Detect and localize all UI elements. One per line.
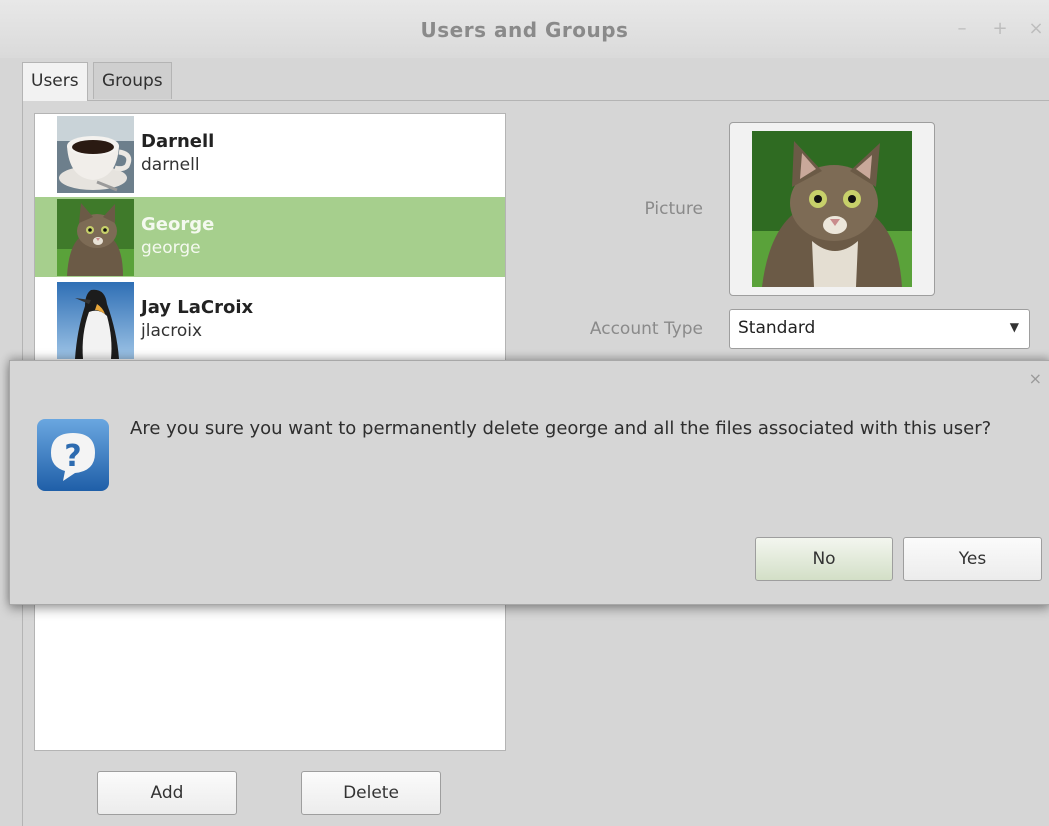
chevron-down-icon: ▼ — [1009, 320, 1019, 334]
svg-text:?: ? — [64, 439, 81, 474]
question-icon: ? — [37, 419, 109, 491]
user-row-jay-lacroix[interactable]: Jay LaCroix jlacroix — [35, 280, 505, 360]
user-full-name: George — [141, 214, 215, 235]
no-button[interactable]: No — [755, 537, 893, 581]
delete-user-button[interactable]: Delete — [301, 771, 441, 815]
maximize-button[interactable]: + — [991, 18, 1009, 39]
account-type-value: Standard — [738, 318, 816, 338]
coffee-cup-avatar — [57, 116, 134, 193]
yes-button[interactable]: Yes — [903, 537, 1042, 581]
account-type-label: Account Type — [589, 319, 703, 339]
dialog-message: Are you sure you want to permanently del… — [130, 418, 992, 439]
title-bar[interactable]: Users and Groups – + × — [0, 0, 1049, 58]
user-row-george[interactable]: George george — [35, 197, 505, 277]
minimize-button[interactable]: – — [953, 18, 971, 39]
confirm-delete-dialog: × ? Are you sure you want to permanently… — [9, 360, 1049, 605]
dialog-close-button[interactable]: × — [1029, 369, 1042, 388]
tab-groups[interactable]: Groups — [93, 62, 172, 99]
picture-label: Picture — [644, 199, 703, 219]
user-row-darnell[interactable]: Darnell darnell — [35, 114, 505, 194]
picture-button[interactable] — [729, 122, 935, 296]
kitten-picture — [752, 131, 912, 287]
user-login: george — [141, 238, 201, 258]
user-full-name: Jay LaCroix — [141, 297, 254, 318]
user-full-name: Darnell — [141, 131, 215, 152]
window-title: Users and Groups — [420, 18, 629, 42]
kitten-avatar — [57, 199, 134, 276]
penguin-avatar — [57, 282, 134, 359]
close-button[interactable]: × — [1027, 18, 1045, 39]
user-login: jlacroix — [141, 321, 203, 341]
user-login: darnell — [141, 155, 200, 175]
tab-users[interactable]: Users — [22, 62, 88, 101]
account-type-select[interactable]: Standard ▼ — [729, 309, 1030, 349]
add-user-button[interactable]: Add — [97, 771, 237, 815]
